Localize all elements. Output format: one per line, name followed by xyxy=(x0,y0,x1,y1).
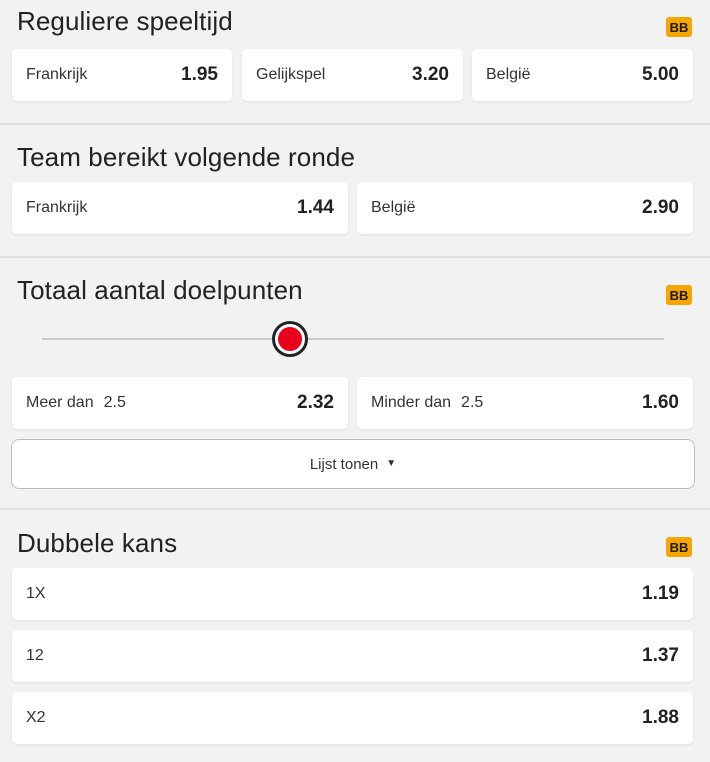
odd-label: X2 xyxy=(26,709,46,726)
bet-builder-badge: BB xyxy=(666,17,692,37)
section-title-regular: Reguliere speeltijd xyxy=(17,6,233,36)
odd-label: Frankrijk xyxy=(26,199,88,216)
odd-value: 3.20 xyxy=(412,64,449,85)
odd-label-text: Minder dan xyxy=(371,394,452,411)
bet-builder-badge: BB xyxy=(666,285,692,305)
odd-button-12[interactable]: 12 1.37 xyxy=(12,630,693,682)
odd-value: 2.32 xyxy=(297,392,334,413)
odd-button-gelijkspel[interactable]: Gelijkspel 3.20 xyxy=(242,49,463,101)
slider-handle-dot xyxy=(278,327,302,351)
odd-value: 1.95 xyxy=(181,64,218,85)
odd-value: 1.44 xyxy=(297,197,334,218)
show-list-button[interactable]: Lijst tonen ▼ xyxy=(11,439,695,489)
section-title-next-round: Team bereikt volgende ronde xyxy=(17,142,356,172)
section-divider xyxy=(0,256,710,258)
odd-button-1x[interactable]: 1X 1.19 xyxy=(12,568,693,620)
odd-label: Meer dan 2.5 xyxy=(26,394,126,412)
chevron-down-icon: ▼ xyxy=(386,457,397,469)
odd-value: 1.60 xyxy=(642,392,679,413)
odd-label: Gelijkspel xyxy=(256,66,326,83)
odd-label: België xyxy=(371,199,416,216)
show-list-label: Lijst tonen xyxy=(309,455,379,473)
odd-button-under[interactable]: Minder dan 2.5 1.60 xyxy=(357,377,693,429)
odd-label: België xyxy=(486,66,531,83)
section-divider xyxy=(0,123,710,125)
odd-button-over[interactable]: Meer dan 2.5 2.32 xyxy=(12,377,348,429)
goal-line-slider-track[interactable] xyxy=(42,338,664,340)
goal-line-slider-handle[interactable] xyxy=(272,321,308,357)
odd-line: 2.5 xyxy=(103,394,126,411)
bet-builder-badge: BB xyxy=(666,537,692,557)
odd-button-belgie-next-round[interactable]: België 2.90 xyxy=(357,182,693,234)
section-title-double-chance: Dubbele kans xyxy=(17,528,178,558)
odd-button-frankrijk-next-round[interactable]: Frankrijk 1.44 xyxy=(12,182,348,234)
section-title-total-goals: Totaal aantal doelpunten xyxy=(17,275,303,305)
odd-value: 1.37 xyxy=(642,645,679,666)
odd-label: 1X xyxy=(26,585,46,602)
odd-value: 1.19 xyxy=(642,583,679,604)
odd-label: 12 xyxy=(26,647,44,664)
odd-value: 2.90 xyxy=(642,197,679,218)
odd-button-belgie[interactable]: België 5.00 xyxy=(472,49,693,101)
odd-button-frankrijk[interactable]: Frankrijk 1.95 xyxy=(12,49,232,101)
odd-value: 5.00 xyxy=(642,64,679,85)
odd-label-text: Meer dan xyxy=(26,394,94,411)
odd-line: 2.5 xyxy=(461,394,484,411)
odd-button-x2[interactable]: X2 1.88 xyxy=(12,692,693,744)
odd-label: Frankrijk xyxy=(26,66,88,83)
odd-label: Minder dan 2.5 xyxy=(371,394,483,412)
section-divider xyxy=(0,508,710,510)
odd-value: 1.88 xyxy=(642,707,679,728)
